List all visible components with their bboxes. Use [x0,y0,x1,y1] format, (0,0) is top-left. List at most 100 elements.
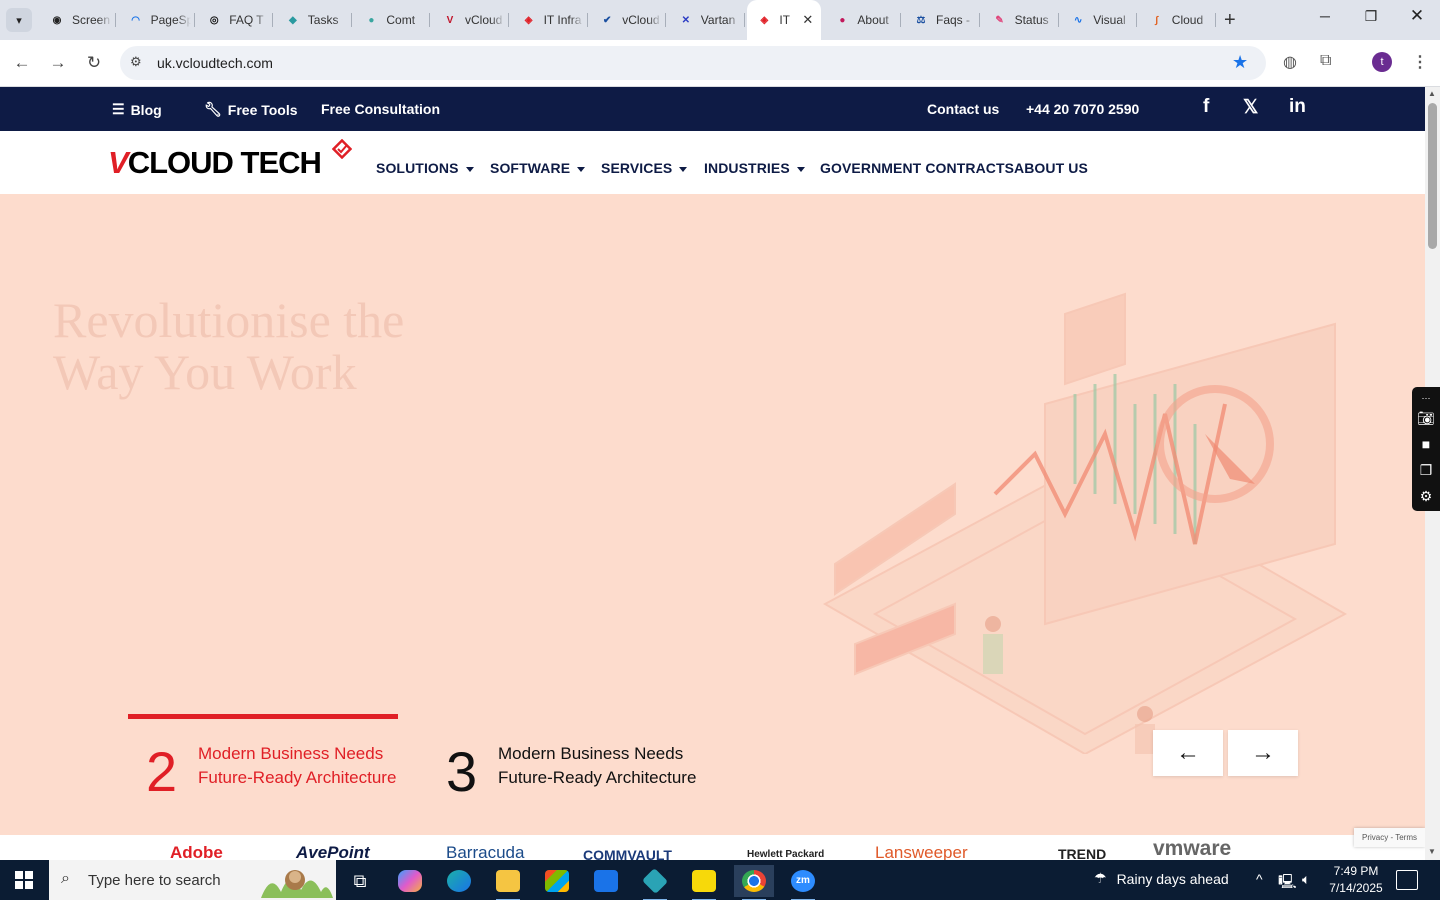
site-settings-icon[interactable]: ⚙ [130,54,142,70]
browser-tab[interactable]: ◎ FAQ T [197,6,274,34]
tab-favicon-icon: ◎ [209,14,219,26]
browser-tab[interactable]: ∫ Cloud [1140,6,1216,34]
taskbar-search-placeholder: Type here to search [88,872,221,889]
start-button[interactable] [0,860,48,900]
site-logo[interactable]: V CLOUD TECH [108,139,352,183]
browser-tab[interactable]: ✎ Status [983,6,1059,34]
browser-tab[interactable]: ⚖ Faqs - [904,6,980,34]
translate-icon[interactable]: ◍ [1283,52,1297,72]
new-tab-button[interactable]: + [1224,9,1236,32]
tab-title: vCloud [622,13,660,27]
browser-tab[interactable]: ● About [825,6,902,34]
x-twitter-icon[interactable]: 𝕏 [1243,96,1258,119]
tab-favicon-icon: ∫ [1155,14,1159,26]
address-bar[interactable]: ⚙ uk.vcloudtech.com ★ [120,46,1266,80]
nav-item-solutions[interactable]: SOLUTIONS [376,160,474,176]
back-button[interactable]: ← [11,52,33,74]
partner-logo-vmware: vmware [1153,837,1232,860]
volume-icon[interactable]: 🔈︎ [1302,871,1310,888]
hero-slide-2[interactable]: 2 Modern Business Needs Future-Ready Arc… [128,714,418,824]
browser-tab[interactable]: ✔ vCloud [590,6,667,34]
notification-center-icon[interactable] [1396,870,1418,890]
edge-app[interactable] [439,865,479,897]
blog-link[interactable]: ☰ Blog [112,101,162,118]
site-topbar: ☰ Blog 🔧︎ Free Tools Free Consultation C… [0,87,1425,131]
scroll-thumb[interactable] [1428,103,1437,249]
camera-icon[interactable]: 📷︎ [1417,409,1435,427]
browser-tab[interactable]: ∿ Visual [1061,6,1138,34]
tab-favicon-icon: V [446,14,454,26]
show-hidden-icons-icon[interactable]: ^ [1256,871,1263,887]
recaptcha-badge[interactable]: Privacy - Terms [1354,828,1425,847]
nav-item-services[interactable]: SERVICES [601,160,688,176]
caret-down-icon [796,166,805,172]
tab-search-button[interactable]: ▾ [6,8,32,32]
next-slide-button[interactable]: → [1228,730,1298,776]
nav-item-government-contracts[interactable]: GOVERNMENT CONTRACTS [820,160,1014,176]
file-explorer-app[interactable] [488,865,528,900]
task-view-button[interactable]: ⧉ [340,865,380,897]
network-icon[interactable]: 🖳︎ [1278,871,1297,895]
menu-kebab-icon[interactable]: ⋮ [1412,52,1428,72]
close-window-button[interactable]: ✕ [1394,6,1440,26]
browser-tab[interactable]: ✕ Vartan [669,6,745,34]
browser-tab[interactable]: ◆ Tasks [276,6,352,34]
facebook-icon[interactable]: f [1203,96,1209,118]
nav-item-label: ABOUT US [1014,160,1088,176]
system-clock[interactable]: 7:49 PM 7/14/2025 [1328,863,1384,897]
browser-tab[interactable]: ● Comt [354,6,431,34]
bookmark-star-icon[interactable]: ★ [1232,52,1248,73]
taskbar-search[interactable]: ⌕ Type here to search [49,860,336,900]
browser-tab[interactable]: ◈ IT Infra [512,6,588,34]
profile-avatar[interactable]: t [1372,52,1392,72]
nav-item-label: SOLUTIONS [376,160,459,176]
windows-icon[interactable]: ❐ [1417,461,1435,479]
vscode-like-app[interactable] [635,865,675,900]
contact-us-link[interactable]: Contact us [927,101,999,117]
partner-logo-trend: TREND [1058,846,1107,860]
partner-logo-adobe: Adobe [170,843,223,860]
browser-tab[interactable]: ◈ IT ✕ [747,0,822,40]
store-app[interactable] [537,865,577,897]
nav-item-label: INDUSTRIES [704,160,790,176]
tab-title: Cloud [1171,13,1204,27]
sticky-notes-app[interactable] [684,865,724,900]
settings-icon[interactable]: ⚙ [1417,487,1435,505]
partner-logo-lansweeper: Lansweeper [875,843,968,860]
nav-item-software[interactable]: SOFTWARE [490,160,586,176]
extensions-icon[interactable]: ⧉ [1320,52,1331,70]
browser-tab[interactable]: ◉ Screen [40,6,116,34]
tab-favicon-icon: ◈ [524,14,533,26]
scroll-down-icon[interactable]: ▼ [1428,847,1436,856]
linkedin-icon[interactable]: in [1289,96,1306,118]
tab-favicon-icon: ✔ [602,14,612,26]
chevron-down-icon: ▾ [16,14,22,27]
forward-button[interactable]: → [47,52,69,74]
browser-tab[interactable]: VvCloud [433,6,509,34]
phone-link[interactable]: +44 20 7070 2590 [1026,101,1139,117]
close-tab-icon[interactable]: ✕ [802,12,813,28]
tab-favicon-icon: ◈ [760,14,769,26]
mail-app[interactable] [586,865,626,897]
free-tools-link[interactable]: 🔧︎ Free Tools [204,101,298,118]
copilot-app[interactable] [390,865,430,897]
minimize-button[interactable]: ─ [1302,8,1348,24]
reload-button[interactable]: ↻ [83,52,105,74]
nav-item-label: GOVERNMENT CONTRACTS [820,160,1015,176]
hero-slide-3[interactable]: 3 Modern Business Needs Future-Ready Arc… [428,714,718,824]
caret-down-icon [679,166,688,172]
nav-item-about-us[interactable]: ABOUT US [1014,160,1088,176]
prev-slide-button[interactable]: ← [1153,730,1223,776]
nav-item-industries[interactable]: INDUSTRIES [704,160,805,176]
tab-favicon-icon: ∿ [1073,14,1083,26]
zoom-app[interactable]: zm [783,865,823,900]
widget-handle-icon[interactable]: ⋯ [1417,389,1435,407]
restore-button[interactable]: ❐ [1348,8,1394,25]
scroll-up-icon[interactable]: ▲ [1428,89,1436,98]
weather-widget[interactable]: ☂ Rainy days ahead [1094,870,1229,887]
video-camera-icon[interactable]: ■ [1417,435,1435,453]
tab-favicon-icon: ⚖ [916,14,926,26]
free-consultation-link[interactable]: Free Consultation [321,101,440,117]
browser-tab[interactable]: ◠ PageSpeed [119,6,195,34]
chrome-app[interactable] [734,865,774,900]
